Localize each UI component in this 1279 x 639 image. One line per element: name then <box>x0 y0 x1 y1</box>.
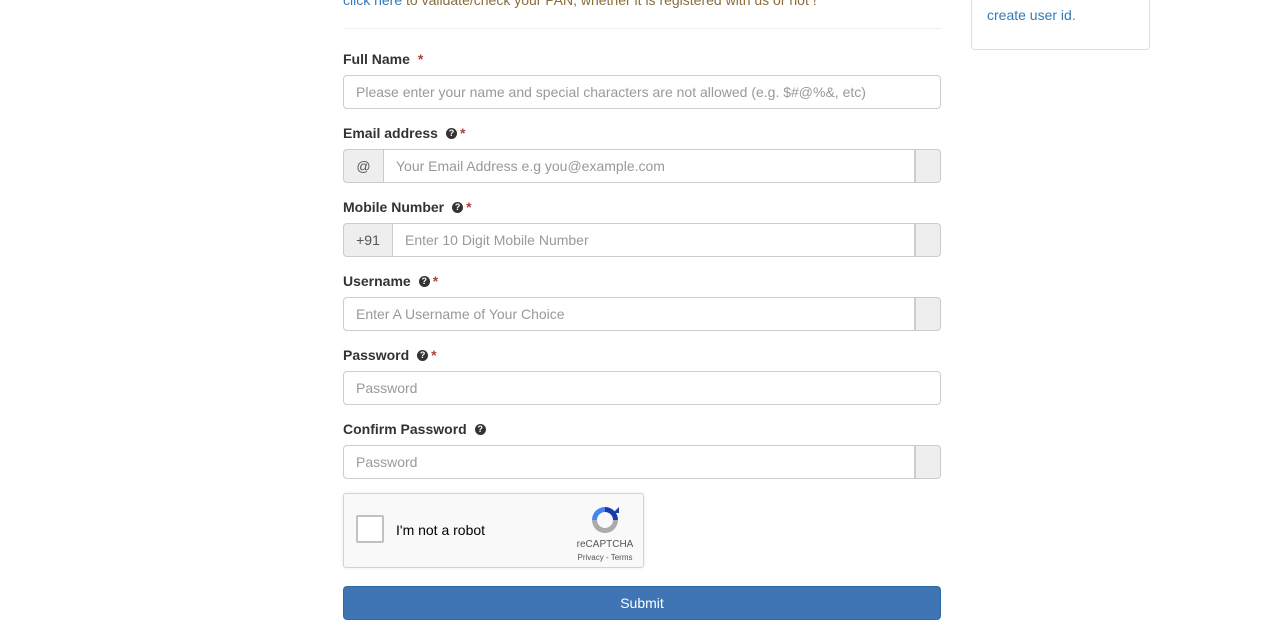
question-circle-icon[interactable]: ? <box>417 349 429 361</box>
pan-validation-note: click here to validate/check your PAN, w… <box>343 0 817 8</box>
required-asterisk: * <box>466 199 472 215</box>
recaptcha-privacy-terms-links[interactable]: Privacy - Terms <box>566 553 644 562</box>
email-label-text: Email address <box>343 125 438 141</box>
password-input[interactable] <box>343 371 941 405</box>
email-group: Email address ? * @ <box>343 123 941 183</box>
confirm-password-label: Confirm Password ? <box>343 419 941 439</box>
required-asterisk: * <box>431 347 437 363</box>
at-sign-addon: @ <box>343 149 383 183</box>
confirm-password-status-addon <box>915 445 941 479</box>
required-asterisk: * <box>432 273 439 289</box>
full-name-group: Full Name * <box>343 49 941 109</box>
question-circle-icon[interactable]: ? <box>418 275 430 287</box>
confirm-password-label-text: Confirm Password <box>343 421 467 437</box>
divider <box>343 28 941 29</box>
mobile-input[interactable] <box>392 223 915 257</box>
recaptcha-brand: reCAPTCHA <box>576 539 634 550</box>
required-asterisk: * <box>417 51 424 67</box>
mobile-label-text: Mobile Number <box>343 199 445 215</box>
recaptcha-label: I'm not a robot <box>396 522 486 538</box>
username-label: Username ? * <box>343 271 941 291</box>
side-info-panel: create user id. <box>971 0 1150 50</box>
confirm-password-input[interactable] <box>343 445 915 479</box>
email-label: Email address ? * <box>343 123 941 143</box>
username-input[interactable] <box>343 297 915 331</box>
recaptcha-widget: I'm not a robot reCAPTCHA Privacy - Term… <box>343 493 644 568</box>
email-status-addon <box>915 149 941 183</box>
question-circle-icon[interactable]: ? <box>452 201 464 213</box>
mobile-group: Mobile Number ? * +91 <box>343 197 941 257</box>
recaptcha-logo-icon <box>592 507 619 533</box>
email-input[interactable] <box>383 149 915 183</box>
required-asterisk: * <box>459 125 466 141</box>
username-group: Username ? * <box>343 271 941 331</box>
username-label-text: Username <box>343 273 411 289</box>
submit-button[interactable]: Submit <box>343 586 941 620</box>
confirm-password-group: Confirm Password ? <box>343 419 941 479</box>
question-circle-icon[interactable]: ? <box>445 127 457 139</box>
full-name-input[interactable] <box>343 75 941 109</box>
password-label-text: Password <box>343 347 410 363</box>
create-user-id-link[interactable]: create user id. <box>987 7 1076 23</box>
mobile-label: Mobile Number ? * <box>343 197 941 217</box>
pan-validate-link[interactable]: click here <box>343 0 402 8</box>
username-status-addon <box>915 297 941 331</box>
full-name-label: Full Name * <box>343 49 941 69</box>
question-circle-icon[interactable]: ? <box>474 423 486 435</box>
pan-note-text: to validate/check your PAN, whether it i… <box>402 0 817 8</box>
mobile-status-addon <box>915 223 941 257</box>
password-group: Password ? * <box>343 345 941 405</box>
full-name-label-text: Full Name <box>343 51 410 67</box>
recaptcha-checkbox[interactable] <box>356 515 384 543</box>
country-code-addon: +91 <box>343 223 392 257</box>
password-label: Password ? * <box>343 345 941 365</box>
